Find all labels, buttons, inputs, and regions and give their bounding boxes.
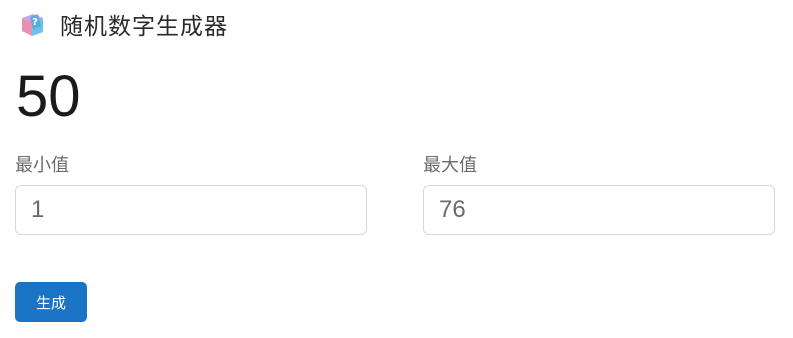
app-title: 随机数字生成器 [60, 14, 228, 40]
min-value-label: 最小值 [15, 155, 69, 176]
app-header: ? 随机数字生成器 [18, 8, 228, 40]
random-number-generator-page: ? 随机数字生成器 50 最小值 最大值 生成 [0, 0, 793, 338]
generate-button[interactable]: 生成 [15, 282, 87, 322]
svg-text:?: ? [32, 17, 38, 28]
max-value-field: 最大值 [423, 153, 775, 235]
question-cube-icon: ? [18, 10, 46, 38]
min-value-field: 最小值 [15, 153, 367, 235]
max-value-label: 最大值 [423, 155, 477, 176]
min-value-input[interactable] [15, 185, 367, 235]
max-value-input[interactable] [423, 185, 775, 235]
generated-number: 50 [16, 64, 81, 129]
